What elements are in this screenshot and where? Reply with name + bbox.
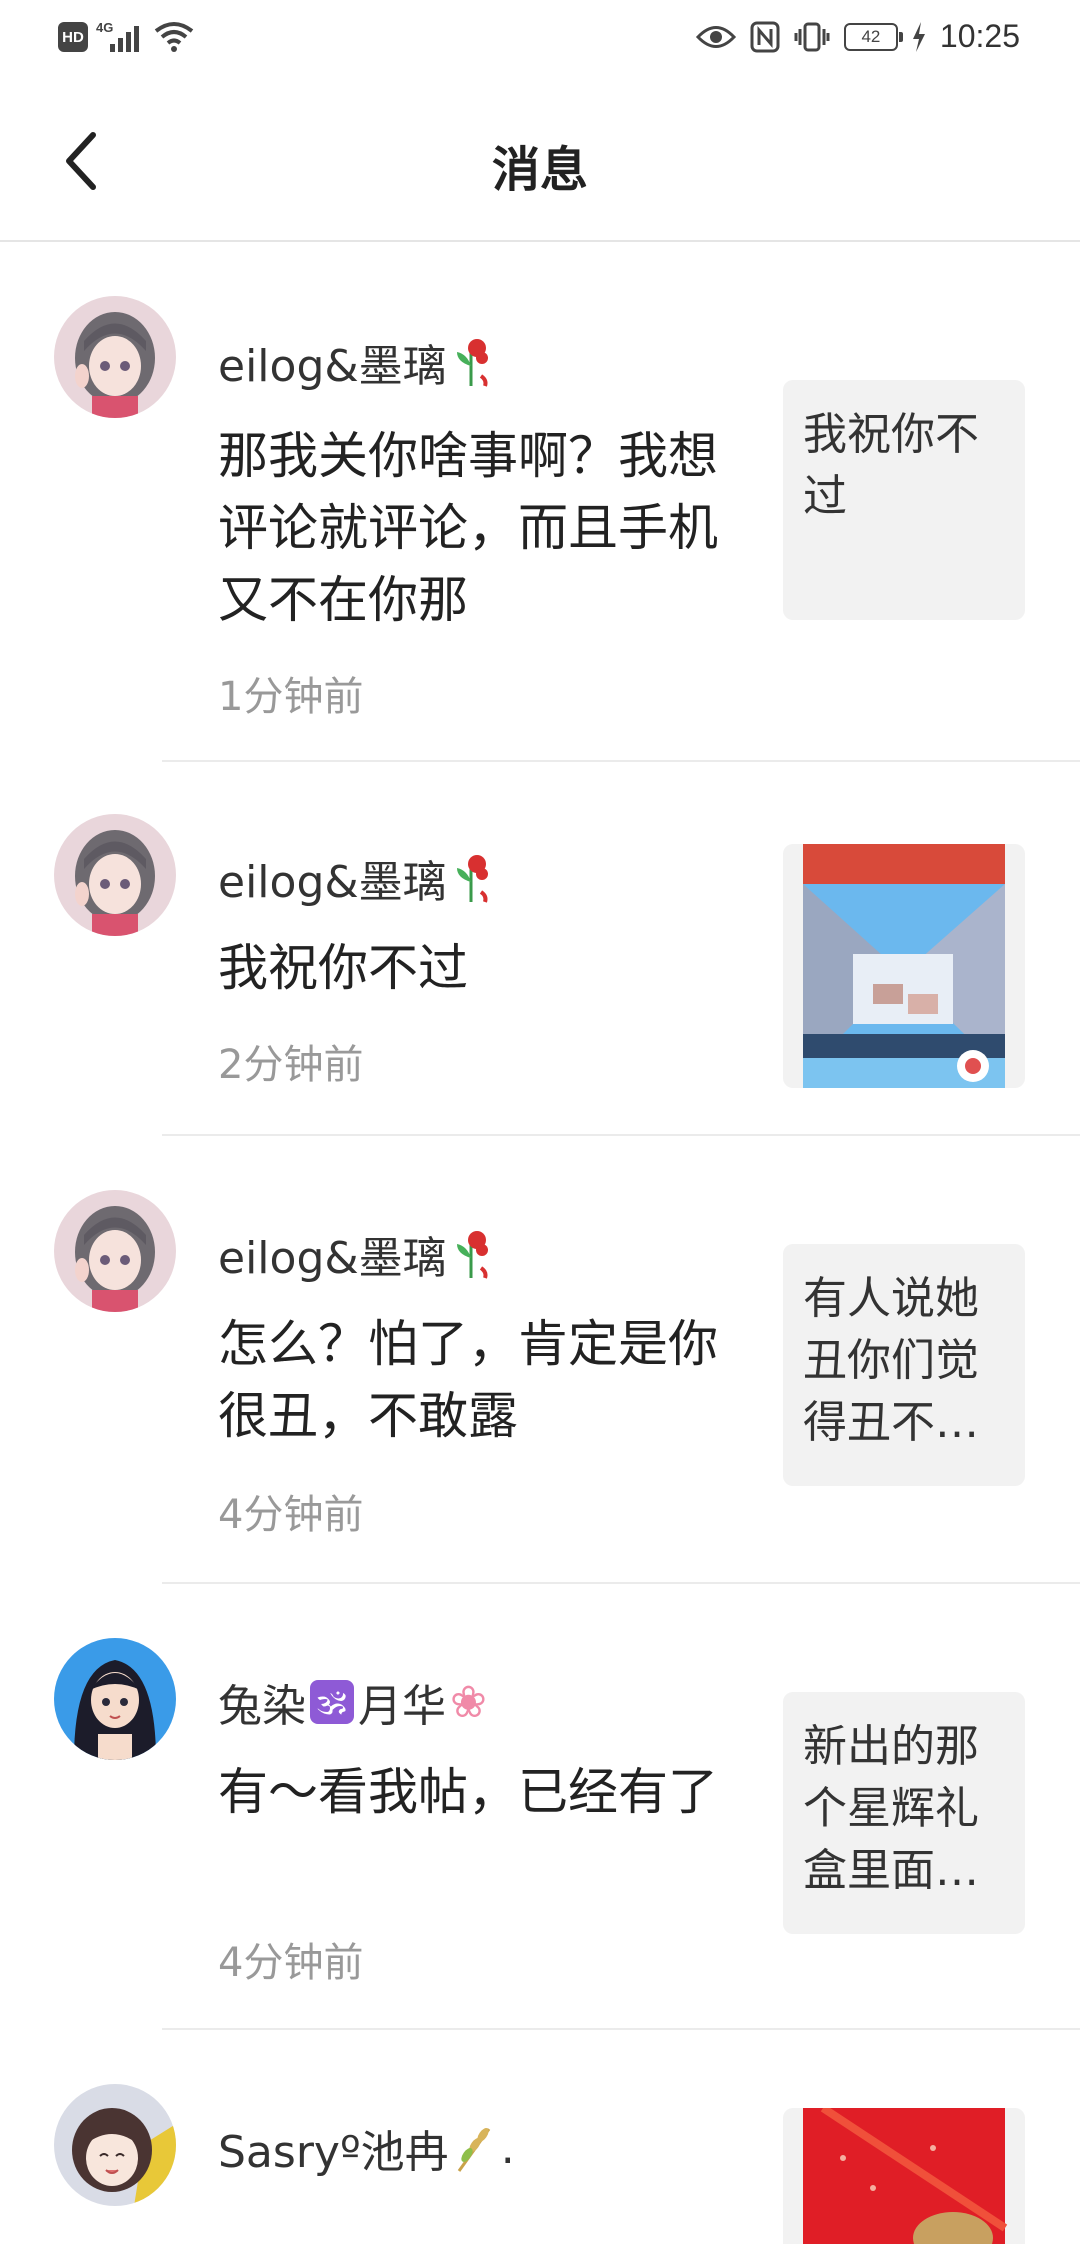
message-text: 我祝你不过 (218, 939, 468, 997)
rose-icon (456, 855, 488, 903)
post-preview[interactable]: 我祝你不过 (783, 380, 1025, 620)
eye-icon (695, 25, 736, 48)
post-preview[interactable]: 有人说她丑你们觉得丑不… (783, 1244, 1025, 1486)
charging-icon (912, 21, 925, 52)
top-app-bar: 消息 (0, 100, 1080, 242)
avatar[interactable] (54, 296, 176, 418)
preview-text: 我祝你不过 (803, 409, 979, 522)
avatar[interactable] (54, 1638, 176, 1760)
preview-text: 有人说她丑你们觉得丑不… (803, 1273, 979, 1448)
cellular-signal-icon: 4G (96, 20, 146, 54)
blossom-icon: ❀ (450, 1676, 487, 1728)
message-text: 那我关你啥事啊？我想评论就评论，而且手机又不在你那 (218, 427, 718, 629)
message-item[interactable]: eilog&墨璃 那我关你啥事啊？我想评论就评论，而且手机又不在你那 1分钟前 … (0, 242, 1080, 762)
username[interactable]: Sasryº池冉 . (218, 2116, 515, 2180)
preview-text: 新出的那个星辉礼盒里面… (803, 1721, 979, 1896)
hd-icon: HD (58, 22, 88, 52)
network-type-label: 4G (96, 20, 114, 35)
status-right: 42 10:25 (695, 18, 1020, 55)
message-text: 有～看我帖，已经有了 (218, 1763, 718, 1821)
rose-icon (456, 1231, 488, 1279)
red-gift-thumbnail (803, 2108, 1008, 2244)
status-bar: HD 4G 42 10:25 (0, 0, 1080, 80)
message-item[interactable]: eilog&墨璃 我祝你不过 2分钟前 (0, 762, 1080, 1136)
status-left: HD 4G (58, 20, 194, 54)
username[interactable]: eilog&墨璃 (218, 330, 495, 394)
post-thumbnail[interactable] (783, 2108, 1025, 2244)
username[interactable]: 兔染 🕉 月华 ❀ (218, 1670, 487, 1734)
game-screenshot-thumbnail (803, 844, 1005, 1088)
message-time: 4分钟前 (218, 1492, 364, 1538)
messages-page: HD 4G 42 10:25 消息 eilog&墨璃 那我关你啥事啊？我想评论就… (0, 0, 1080, 2244)
avatar[interactable] (54, 1190, 176, 1312)
message-item[interactable]: Sasryº池冉 . (0, 2030, 1080, 2244)
page-title: 消息 (491, 142, 588, 198)
message-list: eilog&墨璃 那我关你啥事啊？我想评论就评论，而且手机又不在你那 1分钟前 … (0, 242, 1080, 2244)
message-text: 怎么？怕了，肯定是你很丑，不敢露 (218, 1315, 718, 1445)
avatar[interactable] (54, 2084, 176, 2206)
wheat-icon (457, 2128, 490, 2172)
vibrate-icon (794, 22, 830, 51)
om-symbol-icon: 🕉 (310, 1680, 354, 1724)
message-item[interactable]: eilog&墨璃 怎么？怕了，肯定是你很丑，不敢露 4分钟前 有人说她丑你们觉得… (0, 1136, 1080, 1584)
avatar[interactable] (54, 814, 176, 936)
message-time: 1分钟前 (218, 674, 364, 720)
battery-icon: 42 (843, 22, 903, 51)
nfc-icon (750, 21, 780, 52)
rose-icon (456, 339, 488, 387)
message-item[interactable]: 兔染 🕉 月华 ❀ 有～看我帖，已经有了 4分钟前 新出的那个星辉礼盒里面… (0, 1584, 1080, 2030)
username[interactable]: eilog&墨璃 (218, 846, 495, 910)
post-preview[interactable]: 新出的那个星辉礼盒里面… (783, 1692, 1025, 1934)
wifi-icon (154, 22, 194, 52)
username[interactable]: eilog&墨璃 (218, 1222, 495, 1286)
post-thumbnail[interactable] (783, 844, 1025, 1088)
message-time: 4分钟前 (218, 1940, 364, 1986)
message-time: 2分钟前 (218, 1042, 364, 1088)
clock: 10:25 (939, 18, 1020, 54)
